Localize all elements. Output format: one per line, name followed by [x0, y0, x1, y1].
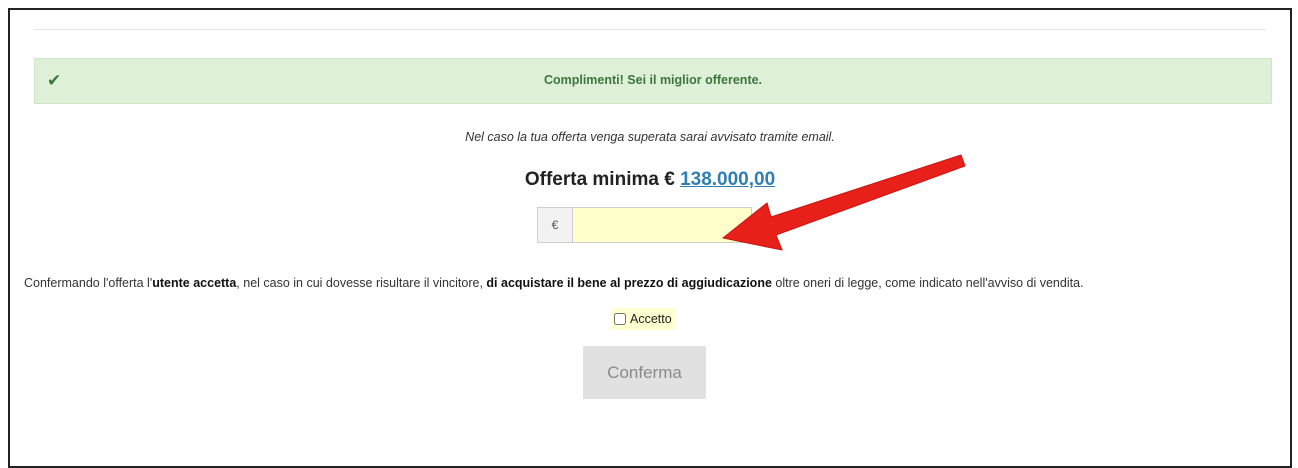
bid-amount-input[interactable] — [572, 207, 752, 243]
currency-addon: € — [537, 207, 572, 243]
accept-checkbox[interactable] — [614, 313, 626, 325]
email-notice: Nel caso la tua offerta venga superata s… — [465, 130, 835, 144]
minimum-offer-label: Offerta minima € — [524, 169, 675, 190]
top-divider — [34, 29, 1266, 30]
terms-text: Confermando l'offerta l'utente accetta, … — [24, 276, 1254, 290]
terms-bold-1: utente accetta — [152, 276, 237, 290]
terms-part-1: Confermando l'offerta l' — [24, 276, 153, 290]
confirm-button[interactable]: Conferma — [583, 346, 706, 399]
success-alert: ✔ Complimenti! Sei il miglior offerente. — [34, 58, 1272, 104]
terms-bold-2: di acquistare il bene al prezzo di aggiu… — [486, 276, 772, 290]
minimum-offer-amount-link[interactable]: 138.000,00 — [680, 169, 775, 190]
terms-part-2: , nel caso in cui dovesse risultare il v… — [236, 276, 487, 290]
terms-part-3: oltre oneri di legge, come indicato nell… — [771, 276, 1084, 290]
accept-checkbox-label[interactable]: Accetto — [612, 308, 676, 330]
accept-label-text: Accetto — [630, 312, 672, 326]
alert-message: Complimenti! Sei il miglior offerente. — [543, 73, 763, 87]
minimum-offer: Offerta minima € 138.000,00 — [10, 169, 1290, 191]
bid-input-group: € — [537, 207, 752, 243]
